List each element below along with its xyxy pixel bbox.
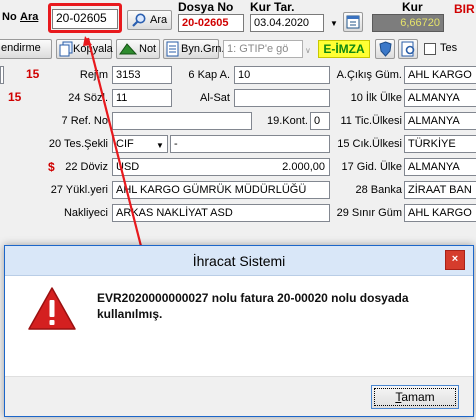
chevron-down-icon[interactable]: ▼ (156, 141, 164, 150)
calendar-icon (346, 14, 360, 35)
warning-icon (27, 286, 77, 335)
note-icon (119, 42, 138, 61)
doviz-currency: USD (116, 161, 140, 173)
kur-tar-label: Kur Tar. (250, 0, 295, 14)
dosya-no-value: 20-02605 (178, 14, 244, 32)
chevron-down-icon[interactable]: ▼ (330, 19, 338, 28)
kopyala-button[interactable]: Kopyala (56, 39, 113, 62)
search-icon (131, 12, 147, 28)
dialog-body: EVR2020000000027 nolu fatura 20-00020 no… (5, 276, 473, 376)
cik-label: 15 Cık.Ülkesi (337, 138, 402, 150)
document-icon (166, 41, 179, 62)
ref-input[interactable] (112, 112, 252, 130)
ok-label: amam (401, 390, 435, 404)
tes-checkbox[interactable] (424, 43, 436, 55)
kur-label: Kur (402, 0, 423, 14)
message-dialog: İhracat Sistemi × EVR2020000000027 nolu … (4, 245, 474, 417)
copy-icon (59, 41, 73, 62)
toolbar: endirme Kopyala Not Byn.Grn. 1: GTIP'e g… (0, 37, 476, 61)
close-icon: × (451, 253, 459, 265)
tic-input[interactable]: ALMANYA (404, 112, 476, 130)
sozl-input[interactable]: 11 (112, 89, 172, 107)
ara-button-label: Ara (150, 14, 168, 26)
dialog-footer: Tamam (5, 376, 473, 416)
magnifier-icon (401, 41, 417, 62)
alsat-input[interactable] (234, 89, 330, 107)
kont-label: 19.Kont. (267, 115, 308, 127)
byn-grn-label: Byn.Grn. (181, 43, 225, 55)
tes-sekli-label: 20 Tes.Şekli (48, 138, 108, 150)
no-label: No (2, 11, 17, 23)
doviz-label: 22 Döviz (65, 161, 108, 173)
gid-label: 17 Gid. Ülke (341, 161, 402, 173)
tes-label: Tes (440, 42, 458, 54)
byn-grn-button[interactable]: Byn.Grn. (163, 39, 224, 62)
chevron-down-icon[interactable]: ∨ (305, 46, 311, 55)
header-bar: No Ara 20-02605 Ara Dosya No 20-02605 Ku… (0, 0, 476, 36)
eimza-button[interactable]: E-İMZA (318, 40, 370, 58)
ara-label: Ara (20, 11, 39, 23)
ilk-ulke-input[interactable]: ALMANYA (404, 89, 476, 107)
calendar-button[interactable] (343, 12, 363, 32)
tes-sekli-extra[interactable]: - (170, 135, 330, 153)
shield-button[interactable] (375, 39, 395, 59)
doviz-input[interactable]: USD 2.000,00 (112, 158, 330, 176)
cikis-input[interactable]: AHL KARGO (404, 66, 476, 84)
kont-input[interactable]: 0 (310, 112, 330, 130)
kur-value: 6,66720 (372, 14, 444, 32)
kap-input[interactable]: 10 (234, 66, 330, 84)
edirme-button[interactable]: endirme (0, 39, 52, 59)
shield-icon (379, 41, 392, 62)
ilk-ulke-label: 10 İlk Ülke (350, 92, 402, 104)
dialog-titlebar[interactable]: İhracat Sistemi × (5, 246, 473, 276)
ok-button[interactable]: Tamam (371, 385, 459, 409)
sozl-label: 24 Sözl. (68, 92, 108, 104)
edirme-label: endirme (1, 42, 41, 54)
cikis-label: A.Çıkış Güm. (336, 69, 402, 81)
dosya-no-label: Dosya No (178, 0, 234, 14)
form-panel: 15 15 Rejim 3153 6 Kap A. 10 A.Çıkış Güm… (0, 62, 476, 247)
nakliyeci-input[interactable]: ARKAS NAKLİYAT ASD (112, 204, 330, 222)
ref-label: 7 Ref. No (61, 115, 108, 127)
left-cell-1 (0, 66, 4, 84)
yukl-input[interactable]: AHL KARGO GÜMRÜK MÜDÜRLÜĞÜ (112, 181, 330, 199)
yukl-label: 27 Yükl.yeri (50, 184, 108, 196)
tic-label: 11 Tic.Ülkesi (340, 115, 402, 127)
kap-label: 6 Kap A. (188, 69, 230, 81)
gid-input[interactable]: ALMANYA (404, 158, 476, 176)
close-button[interactable]: × (445, 250, 465, 270)
dialog-message: EVR2020000000027 nolu fatura 20-00020 no… (97, 291, 409, 321)
ara-button[interactable]: Ara (127, 10, 172, 30)
sinir-input[interactable]: AHL KARGO (404, 204, 476, 222)
banka-label: 28 Banka (355, 184, 402, 196)
left-count-2: 15 (8, 90, 22, 104)
rejim-input[interactable]: 3153 (112, 66, 172, 84)
bir-label: BIR (454, 2, 475, 16)
not-button[interactable]: Not (116, 39, 160, 59)
cik-input[interactable]: TÜRKİYE (404, 135, 476, 153)
doviz-amount: 2.000,00 (282, 161, 325, 173)
sinir-label: 29 Sınır Güm (336, 207, 402, 219)
banka-input[interactable]: ZİRAAT BAN (404, 181, 476, 199)
dialog-title: İhracat Sistemi (192, 253, 286, 269)
search-doc-button[interactable] (398, 39, 418, 59)
kur-tar-date[interactable]: 03.04.2020 (250, 14, 324, 32)
alsat-label: Al-Sat (200, 92, 230, 104)
left-count-1: 15 (26, 67, 40, 81)
rejim-label: Rejim (79, 69, 108, 81)
highlight-box (48, 3, 122, 33)
not-label: Not (139, 43, 157, 55)
gtip-dropdown[interactable]: 1: GTIP'e gö (223, 40, 303, 58)
kopyala-label: Kopyala (73, 43, 113, 55)
nakliyeci-label: Nakliyeci (63, 207, 108, 219)
